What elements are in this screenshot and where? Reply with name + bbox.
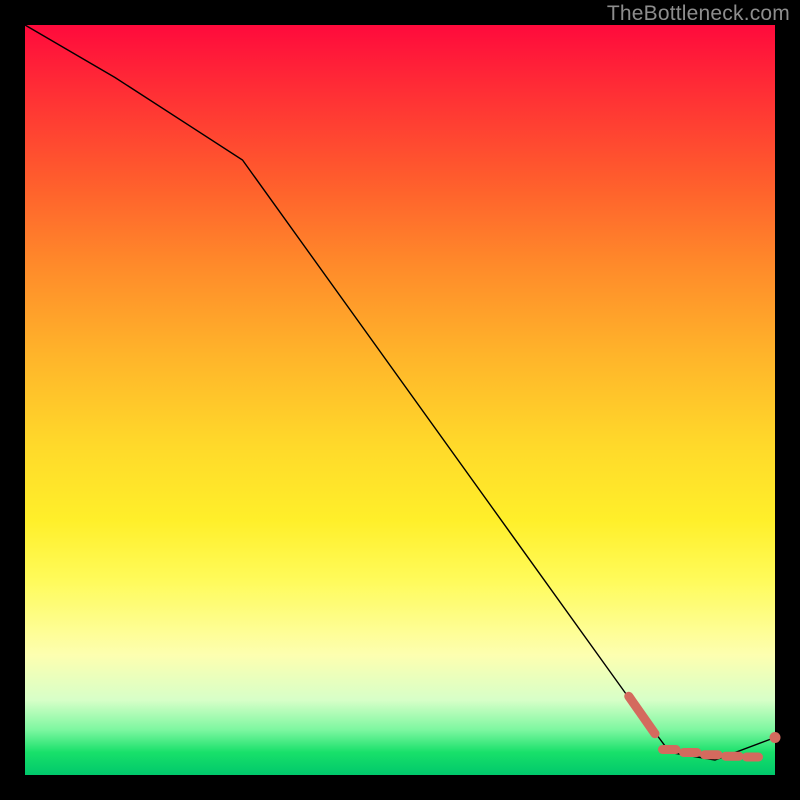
marker-end-dot	[770, 732, 781, 743]
watermark-text: TheBottleneck.com	[607, 2, 790, 26]
bottleneck-curve	[25, 25, 775, 760]
marker-thick-segment	[629, 696, 655, 734]
marker-layer	[629, 696, 781, 757]
chart-frame: TheBottleneck.com	[0, 0, 800, 800]
chart-overlay	[25, 25, 775, 775]
